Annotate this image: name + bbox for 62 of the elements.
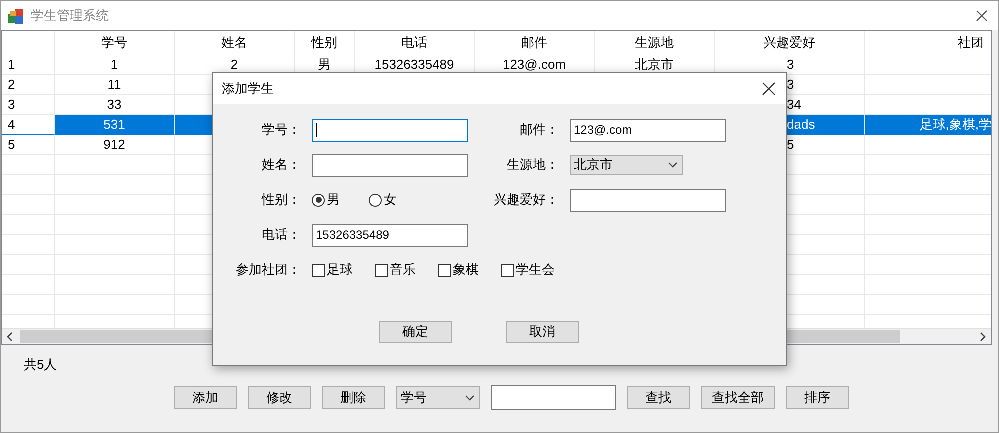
close-icon[interactable] — [762, 82, 776, 96]
column-header[interactable]: 电话 — [355, 31, 475, 55]
toolbar-button[interactable]: 查找 — [627, 386, 690, 409]
column-header[interactable]: 学号 — [55, 31, 175, 55]
column-header[interactable]: 姓名 — [175, 31, 295, 55]
toolbar-button[interactable]: 删除 — [322, 386, 385, 409]
column-header[interactable]: 社团 — [865, 31, 991, 55]
field-label: 电话： — [261, 226, 301, 244]
column-header[interactable]: 邮件 — [475, 31, 595, 55]
option-label: 足球 — [327, 261, 353, 279]
table-cell: 531 — [55, 115, 175, 135]
column-header[interactable]: 生源地 — [595, 31, 715, 55]
input-field[interactable]: 123@.com — [570, 118, 726, 142]
table-cell: 11 — [55, 75, 175, 95]
chevron-down-icon — [465, 394, 475, 400]
toolbar-button[interactable]: 排序 — [786, 386, 849, 409]
column-header[interactable]: 性别 — [295, 31, 355, 55]
scroll-right-icon — [979, 332, 987, 342]
column-header[interactable]: 兴趣爱好 — [715, 31, 865, 55]
row-header[interactable]: 2 — [2, 75, 55, 95]
search-dropdown[interactable]: 学号 — [396, 386, 480, 409]
row-header[interactable]: 5 — [2, 135, 55, 155]
field-label: 兴趣爱好： — [493, 191, 559, 209]
toolbar-button[interactable]: 添加 — [174, 386, 237, 409]
field-label: 姓名： — [261, 156, 301, 174]
checkbox[interactable] — [438, 264, 451, 276]
table-cell: 足球,象棋,学 — [865, 115, 991, 135]
app-icon — [7, 6, 25, 24]
checkbox[interactable] — [501, 264, 514, 276]
radio-button[interactable] — [312, 194, 325, 206]
checkbox[interactable] — [312, 264, 325, 276]
checkbox[interactable] — [375, 264, 388, 276]
option-label: 女 — [384, 191, 397, 209]
record-count: 共5人 — [23, 356, 58, 374]
dialog-button[interactable]: 确定 — [379, 321, 452, 343]
dialog-button[interactable]: 取消 — [506, 321, 579, 343]
input-field[interactable] — [570, 188, 726, 212]
input-field[interactable]: 15326335489 — [312, 224, 468, 246]
input-field[interactable] — [312, 118, 468, 142]
table-cell: 1 — [55, 55, 175, 75]
row-header[interactable]: 1 — [2, 55, 55, 75]
option-label: 学生会 — [516, 261, 555, 279]
toolbar-button[interactable]: 修改 — [248, 386, 311, 409]
field-label: 参加社团： — [235, 261, 301, 279]
field-label: 生源地： — [506, 156, 559, 174]
option-label: 象棋 — [453, 261, 479, 279]
field-label: 性别： — [260, 191, 301, 209]
option-label: 音乐 — [390, 261, 416, 279]
dialog-title: 添加学生 — [222, 80, 274, 98]
input-field[interactable] — [312, 154, 468, 176]
search-field[interactable] — [491, 385, 616, 410]
text-cursor — [316, 123, 317, 137]
chevron-down-icon — [668, 162, 678, 168]
table-cell: 912 — [55, 135, 175, 155]
close-icon[interactable] — [976, 10, 988, 22]
scroll-left-icon — [6, 332, 14, 342]
radio-button[interactable] — [369, 194, 382, 206]
row-header[interactable]: 4 — [2, 115, 55, 135]
toolbar-button[interactable]: 查找全部 — [701, 386, 775, 409]
option-label: 男 — [327, 191, 340, 209]
window-title: 学生管理系统 — [31, 6, 109, 24]
origin-dropdown[interactable]: 北京市 — [570, 155, 683, 175]
